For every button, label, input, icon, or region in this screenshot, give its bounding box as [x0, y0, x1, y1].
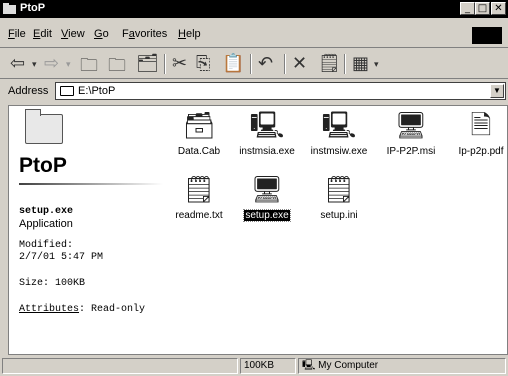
- pdf-document-icon: 🗎: [470, 111, 492, 141]
- modified-value: 2/7/01 5:47 PM: [19, 252, 104, 263]
- menu-edit[interactable]: Edit: [33, 28, 52, 40]
- address-bar: Address E:\PtoP ▼: [0, 81, 508, 103]
- back-dropdown-icon[interactable]: ▾: [32, 60, 37, 70]
- modified-label: Modified:: [19, 240, 74, 251]
- file-item[interactable]: 🖥 IP-P2P.msi: [371, 110, 451, 157]
- copy-icon[interactable]: ⎘: [196, 53, 210, 74]
- toolbar: ⇦ ▾ ⇨ ▾ 🗀 🗀 🗂 ✂ ⎘ 📋 ↶ ✕ 🗒 ▦ ▾: [0, 47, 508, 79]
- config-file-icon: 🗒: [322, 175, 356, 205]
- menu-help[interactable]: Help: [178, 28, 201, 40]
- file-label: IP-P2P.msi: [386, 146, 436, 157]
- address-value: E:\PtoP: [78, 85, 116, 97]
- file-label: instmsia.exe: [239, 146, 295, 157]
- file-item[interactable]: 🗒 setup.ini: [299, 174, 379, 221]
- toolbar-separator: [250, 54, 252, 74]
- chevron-down-icon[interactable]: ▼: [490, 84, 504, 98]
- menu-file[interactable]: File: [8, 28, 26, 40]
- status-zone: 🖳 My Computer: [298, 358, 506, 374]
- address-label: Address: [8, 85, 49, 97]
- attributes-text: Attributes: Read-only: [19, 304, 146, 315]
- file-item[interactable]: 🗎 Ip-p2p.pdf: [441, 110, 507, 157]
- forward-dropdown-icon[interactable]: ▾: [66, 60, 71, 70]
- minimize-button[interactable]: _: [460, 2, 475, 15]
- folders-icon[interactable]: 🗂: [136, 53, 159, 74]
- installer-package-icon: 🖥: [394, 111, 428, 141]
- delete-icon[interactable]: ✕: [292, 53, 307, 74]
- cut-icon[interactable]: ✂: [172, 53, 187, 74]
- application-icon: 🖳: [249, 111, 285, 141]
- paste-icon[interactable]: 📋: [222, 53, 244, 74]
- undo-icon[interactable]: ↶: [258, 53, 273, 74]
- file-item[interactable]: 🖳 instmsiw.exe: [299, 110, 379, 157]
- selected-file-name: setup.exe: [19, 206, 74, 217]
- address-input[interactable]: E:\PtoP ▼: [55, 82, 506, 100]
- forward-arrow-icon[interactable]: ⇨: [44, 53, 59, 74]
- file-label: Ip-p2p.pdf: [458, 146, 504, 157]
- file-item[interactable]: 🖳 instmsia.exe: [227, 110, 307, 157]
- file-label: setup.exe: [243, 209, 291, 222]
- toolbar-separator: [164, 54, 166, 74]
- search-folder-icon[interactable]: 🗀: [108, 53, 126, 83]
- file-label: Data.Cab: [177, 146, 221, 157]
- menu-view[interactable]: View: [61, 28, 85, 40]
- status-bar: 100KB 🖳 My Computer: [0, 356, 508, 376]
- folder-icon: [3, 3, 16, 14]
- properties-icon[interactable]: 🗒: [318, 53, 341, 74]
- status-panel-main: [2, 358, 238, 374]
- up-folder-icon[interactable]: 🗀: [80, 53, 98, 83]
- window-title: PtoP: [20, 2, 46, 14]
- selected-file-type: Application: [19, 218, 73, 230]
- folder-icon: [60, 86, 74, 96]
- views-dropdown-icon[interactable]: ▾: [374, 60, 379, 70]
- file-label: readme.txt: [175, 210, 223, 221]
- views-icon[interactable]: ▦: [352, 53, 369, 74]
- toolbar-separator: [284, 54, 286, 74]
- application-icon: 🖳: [321, 111, 357, 141]
- title-bar: PtoP _ □ ✕: [0, 0, 508, 18]
- setup-program-icon: 🖥: [250, 175, 284, 205]
- windows-logo-icon: [472, 27, 502, 44]
- menu-favorites[interactable]: Favorites: [122, 28, 167, 40]
- divider: [19, 183, 163, 185]
- folder-title: PtoP: [19, 154, 67, 177]
- close-button[interactable]: ✕: [491, 2, 506, 15]
- web-view-info-pane: PtoP setup.exe Application Modified: 2/7…: [9, 106, 169, 354]
- size-text: Size: 100KB: [19, 278, 86, 289]
- computer-icon: 🖳: [302, 360, 316, 371]
- file-view[interactable]: PtoP setup.exe Application Modified: 2/7…: [8, 105, 508, 355]
- status-size: 100KB: [240, 358, 296, 374]
- folder-icon: [25, 109, 63, 144]
- file-label: setup.ini: [320, 210, 358, 221]
- menu-go[interactable]: Go: [94, 28, 109, 40]
- zone-label: My Computer: [318, 360, 379, 371]
- back-arrow-icon[interactable]: ⇦: [10, 53, 25, 74]
- file-label: instmsiw.exe: [310, 146, 368, 157]
- toolbar-separator: [344, 54, 346, 74]
- maximize-button[interactable]: □: [475, 2, 490, 15]
- attributes-link[interactable]: Attributes: [19, 304, 79, 315]
- menu-bar: File Edit View Go Favorites Help: [0, 25, 508, 45]
- file-item-selected[interactable]: 🖥 setup.exe: [227, 174, 307, 222]
